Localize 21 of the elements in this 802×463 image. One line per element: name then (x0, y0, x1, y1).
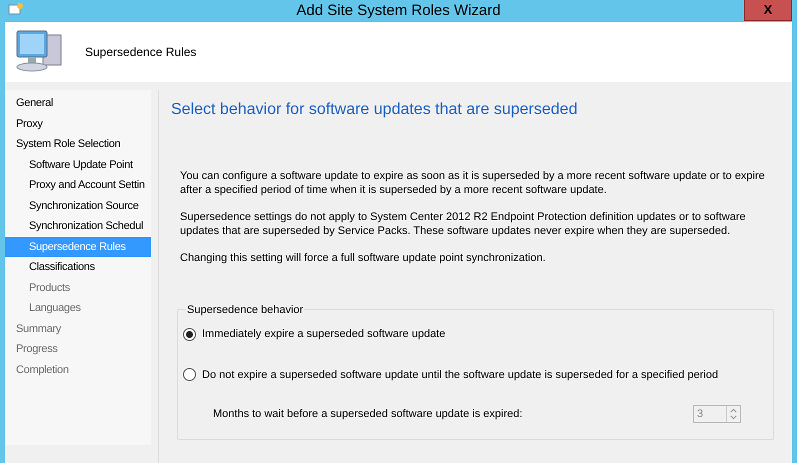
nav-item[interactable]: Synchronization Schedul (5, 216, 151, 236)
page-title: Supersedence Rules (85, 44, 196, 61)
nav-item[interactable]: Synchronization Source (5, 196, 151, 216)
group-title: Supersedence behavior (186, 302, 304, 318)
info-paragraph: You can configure a software update to expire as soon as it is superseded by a more recent software update or to expire after a specified period of time when it is superseded by a more recent software update. (180, 169, 766, 197)
radio-button[interactable] (183, 368, 196, 382)
nav-item[interactable]: General (5, 93, 151, 114)
close-button[interactable]: X (744, 0, 792, 21)
nav-item[interactable]: Proxy and Account Settin (5, 175, 151, 196)
nav-item[interactable]: Software Update Point (5, 154, 151, 175)
nav-item[interactable]: System Role Selection (5, 134, 151, 154)
section-heading: Select behavior for software updates that are superseded (171, 100, 578, 120)
info-paragraph: Changing this setting will force a full software update point synchronization. (180, 251, 547, 265)
info-paragraph: Supersedence settings do not apply to System Center 2012 R2 Endpoint Protection definition updates or to software updates that are superseded by Service Packs. These software updates never expire when they are superseded. (180, 210, 747, 238)
radio-button[interactable] (183, 328, 196, 341)
radio-label: Immediately expire a superseded software update (202, 327, 446, 342)
nav-item[interactable]: Proxy (5, 114, 151, 134)
radio-label: Do not expire a superseded software update until the software update is superseded for a specified period (202, 368, 718, 382)
months-label: Months to wait before a superseded software update is expired: (213, 406, 522, 422)
window-title: Add Site System Roles Wizard (296, 0, 501, 21)
nav-item[interactable]: Classifications (5, 257, 151, 278)
